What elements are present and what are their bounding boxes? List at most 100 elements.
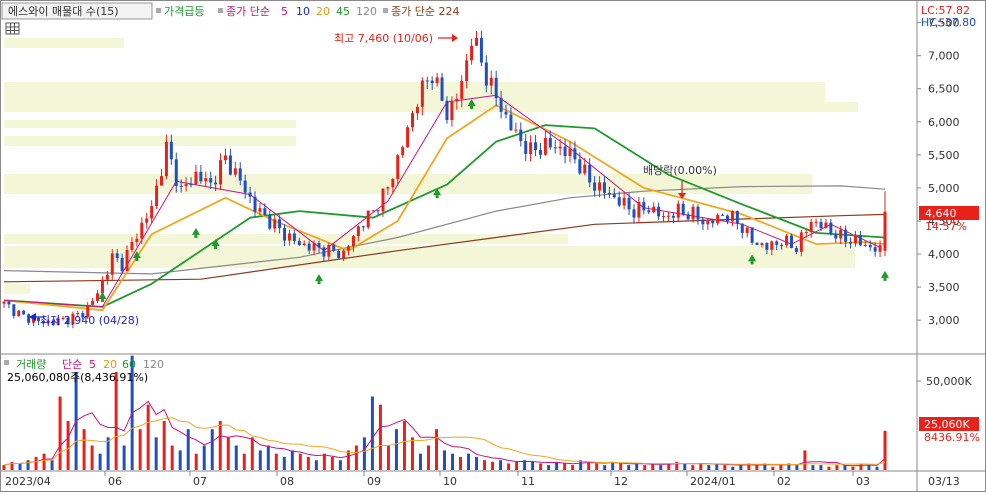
volume-bar [603,465,607,470]
volume-bar [739,465,743,470]
candle-body [676,203,680,218]
current-price: 4,640 [925,207,957,220]
volume-info: 25,060,080주(8,436.91%) [7,371,148,384]
candle-body [347,246,351,251]
time-tick-label: 03 [856,475,870,488]
candle-body [445,100,449,121]
candle-body [228,155,232,175]
signal-up-stem [435,195,439,199]
volume-bar [282,456,286,470]
volume-bar [330,456,334,470]
vol-ma120-legend: 120 [143,358,164,371]
candle-body [637,201,641,218]
candle-body [371,210,375,212]
candle-body [824,222,828,229]
candle-body [834,233,838,239]
legend-bullet [218,8,223,13]
candle-body [750,227,754,243]
candle-body [317,242,321,248]
ma10-legend: 10 [296,5,310,18]
candle-body [578,159,582,174]
volume-profile-bar [4,92,825,102]
volume-bar [362,437,366,470]
volume-bar [731,466,735,470]
candle-body [681,203,685,215]
candle-body [292,233,296,241]
price-tick-label: 5,000 [928,182,960,195]
time-tick-label: 12 [614,475,628,488]
volume-bar [170,445,174,470]
candle-body [22,310,26,315]
candle-body [307,243,311,251]
candle-body [361,226,365,228]
candle-body [169,141,173,160]
volume-bar [42,453,46,470]
volume-bar [883,430,887,470]
candle-body [164,141,168,177]
signal-up-stem [883,277,887,281]
chart-svg[interactable]: 7,5007,0006,5006,0005,5005,0004,5004,000… [0,0,986,492]
volume-bar [242,453,246,470]
candle-body [809,221,813,232]
volume-bar [266,445,270,470]
volume-bar [643,465,647,470]
ma120-legend: 120 [356,5,377,18]
price-tick-label: 3,000 [928,314,960,327]
volume-bar [795,465,799,470]
candle-body [583,164,587,174]
time-tick-label: 06 [108,475,122,488]
candle-body [159,176,163,186]
volume-bar [699,463,703,470]
volume-bar [66,421,70,470]
volume-bar [50,460,54,470]
candle-body [391,179,395,188]
candle-body [671,215,675,218]
volume-bar [707,465,711,470]
signal-up-stem [470,105,474,109]
candle-body [819,221,823,229]
volume-bar [258,450,262,470]
time-tick-label: 10 [443,475,457,488]
volume-bar [635,463,639,470]
volume-profile-bar [4,120,296,128]
candle-body [735,211,739,224]
candle-body [873,247,877,252]
candle-body [538,150,542,155]
candle-body [302,243,306,245]
volume-bar [659,465,663,470]
vol-ma60-legend: 60 [122,358,136,371]
candle-body [2,301,6,304]
time-tick-label: 09 [367,475,381,488]
grid-toggle-icon[interactable] [5,22,20,35]
volume-bar [779,465,783,470]
volume-bar [483,460,487,470]
volume-bar [499,460,503,470]
candle-body [755,242,759,246]
candle-body [706,220,710,225]
candle-body [273,219,277,229]
candle-body [730,211,734,222]
signal-up-stem [194,234,198,238]
volume-bar [98,453,102,470]
volume-bar [290,450,294,470]
high-annotation: 최고 7,460 (10/06) [334,32,433,45]
candle-body [283,228,287,241]
candle-body [342,250,346,259]
volume-bar [218,421,222,470]
candle-body [155,185,159,207]
candle-body [745,227,749,233]
volume-bar [875,466,879,470]
candle-body [602,182,606,193]
candle-body [100,279,104,294]
candle-body [366,210,370,228]
volume-bar [418,453,422,470]
candle-body [27,314,31,323]
candle-body [524,141,528,154]
volume-ma-label: 단순 [62,358,82,371]
candle-body [479,37,483,63]
candle-body [799,232,803,252]
candle-body [814,221,818,223]
volume-bar [507,463,511,470]
signal-up-stem [100,299,104,303]
candle-body [696,206,700,220]
